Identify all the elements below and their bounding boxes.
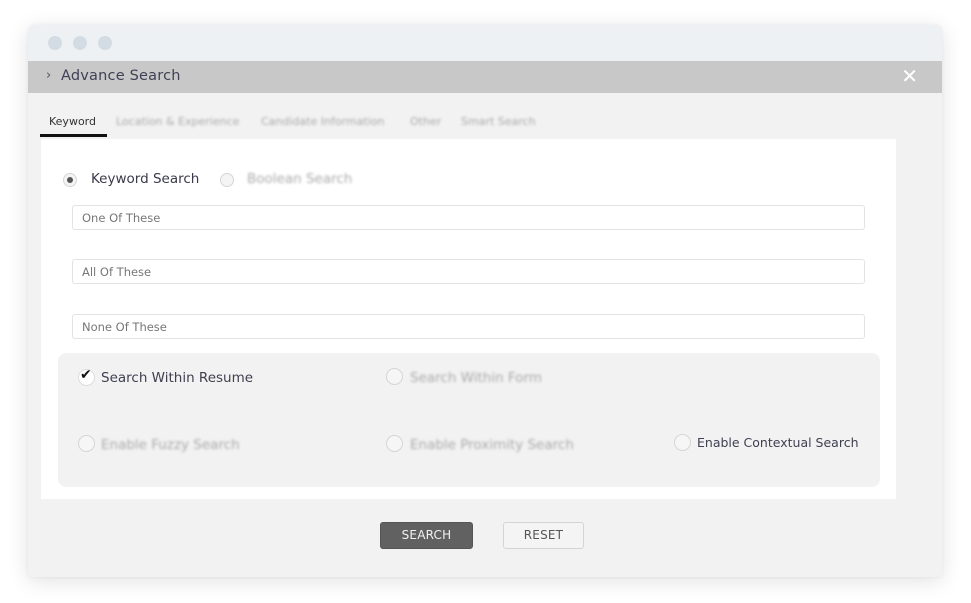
- advance-search-window: › Advance Search ✕ Keyword Location & Ex…: [28, 25, 942, 577]
- enable-proximity-search-label[interactable]: Enable Proximity Search: [410, 437, 574, 453]
- close-icon[interactable]: ✕: [901, 66, 918, 86]
- window-titlebar: [28, 25, 942, 61]
- search-button[interactable]: SEARCH: [380, 522, 473, 549]
- tab-candidate-information[interactable]: Candidate Information: [261, 115, 384, 128]
- search-within-form-label[interactable]: Search Within Form: [410, 370, 542, 386]
- tab-keyword[interactable]: Keyword: [49, 115, 96, 128]
- enable-fuzzy-search-checkbox[interactable]: [78, 435, 95, 452]
- window-dot-close[interactable]: [48, 36, 62, 50]
- search-within-resume-checkbox[interactable]: [78, 367, 95, 386]
- search-within-form-checkbox[interactable]: [386, 368, 403, 385]
- keyword-search-radio[interactable]: [63, 173, 77, 187]
- enable-contextual-search-checkbox[interactable]: [674, 434, 691, 451]
- chevron-right-icon[interactable]: ›: [46, 68, 51, 83]
- search-within-resume-label[interactable]: Search Within Resume: [101, 370, 253, 386]
- boolean-search-radio[interactable]: [220, 173, 234, 187]
- dialog-header: › Advance Search ✕: [28, 61, 942, 93]
- window-dot-maximize[interactable]: [98, 36, 112, 50]
- enable-fuzzy-search-label[interactable]: Enable Fuzzy Search: [101, 437, 240, 453]
- enable-contextual-search-label[interactable]: Enable Contextual Search: [697, 435, 859, 450]
- tab-location-experience[interactable]: Location & Experience: [116, 115, 239, 128]
- boolean-search-label[interactable]: Boolean Search: [247, 171, 352, 187]
- all-of-these-input[interactable]: [72, 259, 865, 284]
- window-dot-minimize[interactable]: [73, 36, 87, 50]
- search-options-box: Search Within Resume Search Within Form …: [58, 353, 880, 487]
- tab-other[interactable]: Other: [410, 115, 441, 128]
- dialog-title: Advance Search: [61, 68, 181, 84]
- keyword-search-label[interactable]: Keyword Search: [91, 171, 199, 187]
- reset-button[interactable]: RESET: [503, 522, 584, 549]
- none-of-these-input[interactable]: [72, 314, 865, 339]
- active-tab-indicator: [40, 134, 107, 137]
- enable-proximity-search-checkbox[interactable]: [386, 435, 403, 452]
- keyword-panel: Keyword Search Boolean Search Search Wit…: [41, 139, 896, 499]
- one-of-these-input[interactable]: [72, 205, 865, 230]
- tab-smart-search[interactable]: Smart Search: [461, 115, 536, 128]
